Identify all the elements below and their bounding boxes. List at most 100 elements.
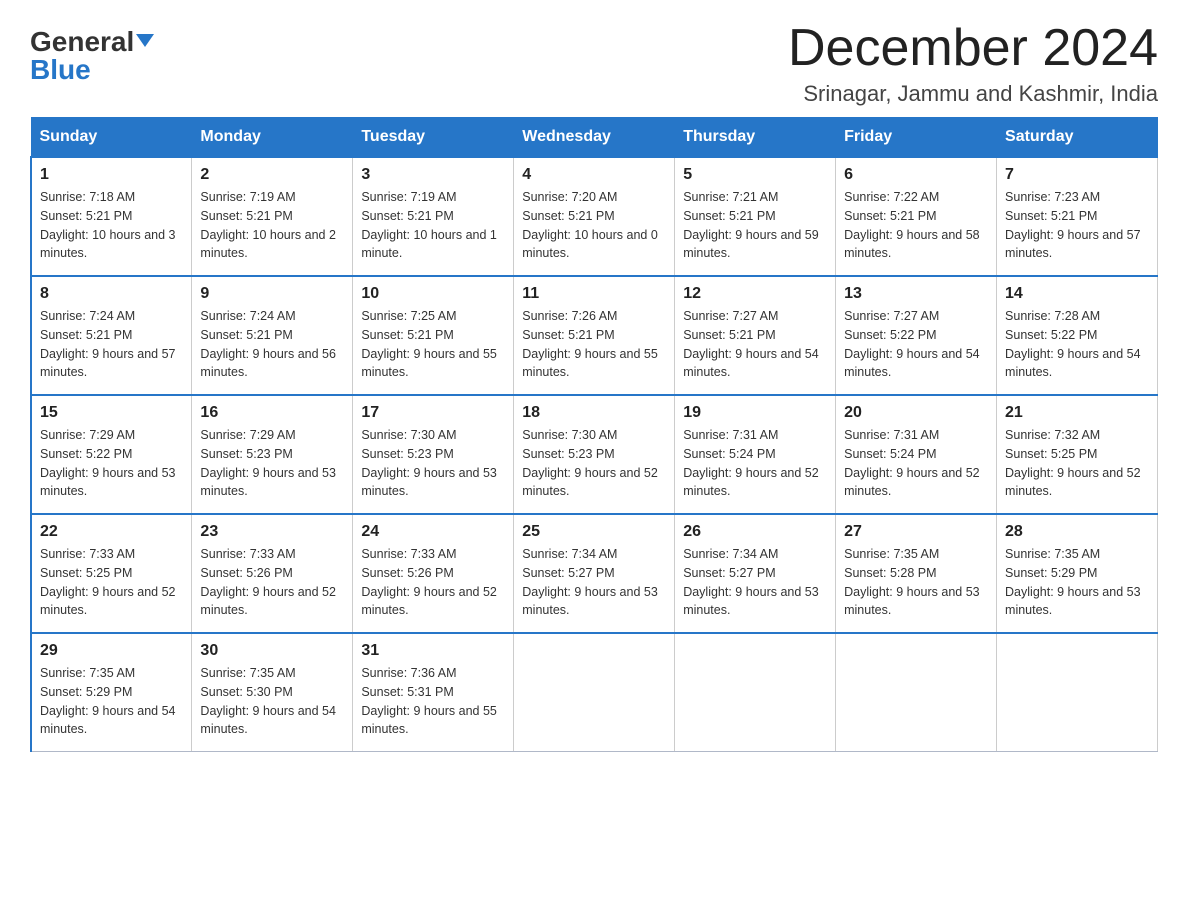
calendar-day-cell: 12 Sunrise: 7:27 AMSunset: 5:21 PMDayligh… <box>675 276 836 395</box>
day-number: 12 <box>683 285 827 303</box>
weekday-header-monday: Monday <box>192 118 353 158</box>
calendar-day-cell: 9Sunrise: 7:24 AMSunset: 5:21 PMDaylight… <box>192 276 353 395</box>
calendar-day-cell: 28 Sunrise: 7:35 AMSunset: 5:29 PMDayligh… <box>997 514 1158 633</box>
day-info: Sunrise: 7:26 AMSunset: 5:21 PMDaylight:… <box>522 307 666 382</box>
day-info: Sunrise: 7:29 AMSunset: 5:23 PMDaylight:… <box>200 426 344 501</box>
day-info: Sunrise: 7:33 AMSunset: 5:26 PMDaylight:… <box>361 545 505 620</box>
day-number: 22 <box>40 523 183 541</box>
day-number: 7 <box>1005 166 1149 184</box>
day-number: 23 <box>200 523 344 541</box>
day-number: 31 <box>361 642 505 660</box>
day-number: 28 <box>1005 523 1149 541</box>
day-info: Sunrise: 7:27 AMSunset: 5:21 PMDaylight:… <box>683 307 827 382</box>
day-info: Sunrise: 7:36 AMSunset: 5:31 PMDaylight:… <box>361 664 505 739</box>
day-info: Sunrise: 7:33 AMSunset: 5:25 PMDaylight:… <box>40 545 183 620</box>
day-info: Sunrise: 7:32 AMSunset: 5:25 PMDaylight:… <box>1005 426 1149 501</box>
day-number: 29 <box>40 642 183 660</box>
day-number: 18 <box>522 404 666 422</box>
location-subtitle: Srinagar, Jammu and Kashmir, India <box>788 81 1158 107</box>
weekday-header-tuesday: Tuesday <box>353 118 514 158</box>
calendar-day-cell: 8 Sunrise: 7:24 AMSunset: 5:21 PMDaylight… <box>31 276 192 395</box>
day-info: Sunrise: 7:24 AMSunset: 5:21 PMDaylight:… <box>200 307 344 382</box>
calendar-day-cell <box>997 633 1158 752</box>
day-info: Sunrise: 7:28 AMSunset: 5:22 PMDaylight:… <box>1005 307 1149 382</box>
day-info: Sunrise: 7:33 AMSunset: 5:26 PMDaylight:… <box>200 545 344 620</box>
day-info: Sunrise: 7:21 AMSunset: 5:21 PMDaylight:… <box>683 188 827 263</box>
calendar-day-cell: 1 Sunrise: 7:18 AMSunset: 5:21 PMDaylight… <box>31 157 192 276</box>
title-block: December 2024 Srinagar, Jammu and Kashmi… <box>788 20 1158 107</box>
logo-general-text: General <box>30 28 134 56</box>
day-info: Sunrise: 7:27 AMSunset: 5:22 PMDaylight:… <box>844 307 988 382</box>
calendar-day-cell: 21 Sunrise: 7:32 AMSunset: 5:25 PMDayligh… <box>997 395 1158 514</box>
day-number: 14 <box>1005 285 1149 303</box>
weekday-header-wednesday: Wednesday <box>514 118 675 158</box>
calendar-day-cell: 17Sunrise: 7:30 AMSunset: 5:23 PMDayligh… <box>353 395 514 514</box>
calendar-day-cell: 25 Sunrise: 7:34 AMSunset: 5:27 PMDayligh… <box>514 514 675 633</box>
weekday-header-sunday: Sunday <box>31 118 192 158</box>
calendar-day-cell: 5 Sunrise: 7:21 AMSunset: 5:21 PMDaylight… <box>675 157 836 276</box>
weekday-header-saturday: Saturday <box>997 118 1158 158</box>
calendar-table: SundayMondayTuesdayWednesdayThursdayFrid… <box>30 117 1158 752</box>
day-info: Sunrise: 7:35 AMSunset: 5:30 PMDaylight:… <box>200 664 344 739</box>
logo-blue-text: Blue <box>30 56 91 84</box>
calendar-day-cell: 15Sunrise: 7:29 AMSunset: 5:22 PMDayligh… <box>31 395 192 514</box>
day-number: 5 <box>683 166 827 184</box>
day-number: 26 <box>683 523 827 541</box>
weekday-header-friday: Friday <box>836 118 997 158</box>
calendar-day-cell: 31 Sunrise: 7:36 AMSunset: 5:31 PMDayligh… <box>353 633 514 752</box>
logo-triangle-icon <box>136 34 154 47</box>
calendar-day-cell: 27 Sunrise: 7:35 AMSunset: 5:28 PMDayligh… <box>836 514 997 633</box>
month-title: December 2024 <box>788 20 1158 77</box>
calendar-day-cell: 7 Sunrise: 7:23 AMSunset: 5:21 PMDaylight… <box>997 157 1158 276</box>
day-info: Sunrise: 7:19 AMSunset: 5:21 PMDaylight:… <box>200 188 344 263</box>
day-info: Sunrise: 7:19 AMSunset: 5:21 PMDaylight:… <box>361 188 505 263</box>
day-info: Sunrise: 7:22 AMSunset: 5:21 PMDaylight:… <box>844 188 988 263</box>
day-number: 4 <box>522 166 666 184</box>
day-info: Sunrise: 7:23 AMSunset: 5:21 PMDaylight:… <box>1005 188 1149 263</box>
calendar-day-cell <box>514 633 675 752</box>
day-number: 25 <box>522 523 666 541</box>
day-number: 16 <box>200 404 344 422</box>
day-info: Sunrise: 7:24 AMSunset: 5:21 PMDaylight:… <box>40 307 183 382</box>
calendar-day-cell: 30Sunrise: 7:35 AMSunset: 5:30 PMDayligh… <box>192 633 353 752</box>
calendar-day-cell: 19 Sunrise: 7:31 AMSunset: 5:24 PMDayligh… <box>675 395 836 514</box>
day-info: Sunrise: 7:20 AMSunset: 5:21 PMDaylight:… <box>522 188 666 263</box>
calendar-day-cell: 24Sunrise: 7:33 AMSunset: 5:26 PMDayligh… <box>353 514 514 633</box>
day-info: Sunrise: 7:34 AMSunset: 5:27 PMDaylight:… <box>683 545 827 620</box>
day-number: 11 <box>522 285 666 303</box>
day-info: Sunrise: 7:35 AMSunset: 5:29 PMDaylight:… <box>1005 545 1149 620</box>
day-info: Sunrise: 7:25 AMSunset: 5:21 PMDaylight:… <box>361 307 505 382</box>
calendar-day-cell: 10 Sunrise: 7:25 AMSunset: 5:21 PMDayligh… <box>353 276 514 395</box>
calendar-day-cell: 23 Sunrise: 7:33 AMSunset: 5:26 PMDayligh… <box>192 514 353 633</box>
calendar-day-cell: 18 Sunrise: 7:30 AMSunset: 5:23 PMDayligh… <box>514 395 675 514</box>
day-number: 10 <box>361 285 505 303</box>
day-number: 6 <box>844 166 988 184</box>
calendar-day-cell <box>836 633 997 752</box>
day-info: Sunrise: 7:35 AMSunset: 5:28 PMDaylight:… <box>844 545 988 620</box>
day-info: Sunrise: 7:30 AMSunset: 5:23 PMDaylight:… <box>361 426 505 501</box>
day-info: Sunrise: 7:31 AMSunset: 5:24 PMDaylight:… <box>844 426 988 501</box>
day-number: 1 <box>40 166 183 184</box>
calendar-day-cell: 26 Sunrise: 7:34 AMSunset: 5:27 PMDayligh… <box>675 514 836 633</box>
weekday-header-thursday: Thursday <box>675 118 836 158</box>
calendar-day-cell: 13 Sunrise: 7:27 AMSunset: 5:22 PMDayligh… <box>836 276 997 395</box>
calendar-day-cell: 2 Sunrise: 7:19 AMSunset: 5:21 PMDaylight… <box>192 157 353 276</box>
day-number: 2 <box>200 166 344 184</box>
day-info: Sunrise: 7:18 AMSunset: 5:21 PMDaylight:… <box>40 188 183 263</box>
calendar-day-cell: 3 Sunrise: 7:19 AMSunset: 5:21 PMDaylight… <box>353 157 514 276</box>
page-header: General Blue December 2024 Srinagar, Jam… <box>30 20 1158 107</box>
day-number: 3 <box>361 166 505 184</box>
day-number: 21 <box>1005 404 1149 422</box>
calendar-day-cell <box>675 633 836 752</box>
day-number: 8 <box>40 285 183 303</box>
day-info: Sunrise: 7:31 AMSunset: 5:24 PMDaylight:… <box>683 426 827 501</box>
calendar-day-cell: 14 Sunrise: 7:28 AMSunset: 5:22 PMDayligh… <box>997 276 1158 395</box>
day-number: 27 <box>844 523 988 541</box>
day-number: 13 <box>844 285 988 303</box>
calendar-day-cell: 29Sunrise: 7:35 AMSunset: 5:29 PMDayligh… <box>31 633 192 752</box>
day-info: Sunrise: 7:34 AMSunset: 5:27 PMDaylight:… <box>522 545 666 620</box>
day-number: 19 <box>683 404 827 422</box>
weekday-header-row: SundayMondayTuesdayWednesdayThursdayFrid… <box>31 118 1158 158</box>
day-info: Sunrise: 7:30 AMSunset: 5:23 PMDaylight:… <box>522 426 666 501</box>
day-number: 20 <box>844 404 988 422</box>
